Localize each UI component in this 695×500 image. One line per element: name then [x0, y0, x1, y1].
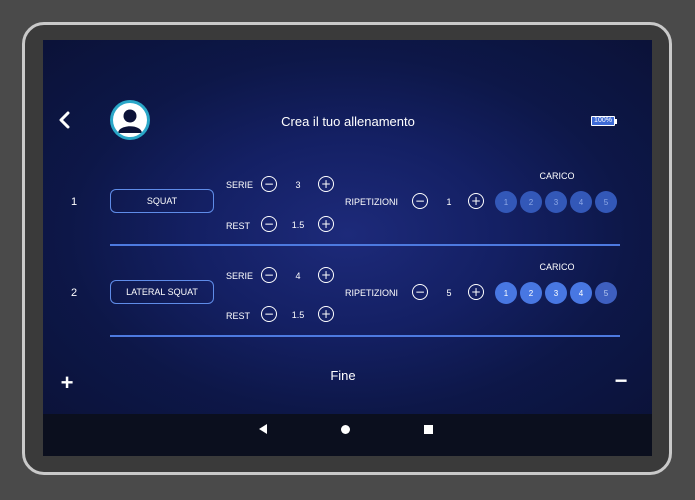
carico-level-2[interactable]: 2: [520, 282, 542, 304]
exercise-button-lateral-squat[interactable]: LATERAL SQUAT: [110, 280, 214, 304]
carico-level-2[interactable]: 2: [520, 191, 542, 213]
ripetizioni-increment-button[interactable]: +: [468, 284, 484, 300]
carico-level-4[interactable]: 4: [570, 191, 592, 213]
serie-value: 3: [295, 180, 301, 190]
add-exercise-button[interactable]: +: [57, 370, 77, 396]
carico-level-1[interactable]: 1: [495, 191, 517, 213]
carico-label: CARICO: [539, 262, 575, 272]
battery-icon: 100%: [591, 116, 615, 126]
ripetizioni-increment-button[interactable]: +: [468, 193, 484, 209]
carico-level-3[interactable]: 3: [545, 191, 567, 213]
rest-decrement-button[interactable]: −: [261, 306, 277, 322]
row-number: 2: [70, 287, 78, 299]
battery-tip: [615, 119, 617, 124]
row-divider: [110, 244, 620, 246]
carico-level-4[interactable]: 4: [570, 282, 592, 304]
exercise-button-squat[interactable]: SQUAT: [110, 189, 214, 213]
ripetizioni-value: 1: [446, 197, 452, 207]
ripetizioni-decrement-button[interactable]: −: [412, 284, 428, 300]
row-number: 1: [70, 196, 78, 208]
serie-decrement-button[interactable]: −: [261, 267, 277, 283]
serie-increment-button[interactable]: +: [318, 267, 334, 283]
carico-label: CARICO: [539, 171, 575, 181]
rest-increment-button[interactable]: +: [318, 306, 334, 322]
carico-level-5[interactable]: 5: [595, 191, 617, 213]
device-screen: Crea il tuo allenamento 100% 1 SQUAT SER…: [43, 40, 652, 456]
rest-value: 1.5: [291, 220, 305, 230]
rest-increment-button[interactable]: +: [318, 216, 334, 232]
circle-home-icon[interactable]: [341, 425, 350, 434]
done-button[interactable]: Fine: [313, 368, 373, 383]
chevron-left-icon[interactable]: [57, 111, 73, 129]
system-nav-bar: [43, 414, 652, 456]
user-silhouette-icon: [118, 109, 142, 133]
rest-label: REST: [226, 311, 251, 321]
ripetizioni-label: RIPETIZIONI: [345, 197, 399, 207]
carico-level-1[interactable]: 1: [495, 282, 517, 304]
ripetizioni-label: RIPETIZIONI: [345, 288, 399, 298]
row-divider: [110, 335, 620, 337]
serie-label: SERIE: [226, 271, 254, 281]
ripetizioni-decrement-button[interactable]: −: [412, 193, 428, 209]
serie-label: SERIE: [226, 180, 254, 190]
carico-level-5[interactable]: 5: [595, 282, 617, 304]
rest-value: 1.5: [291, 310, 305, 320]
serie-value: 4: [295, 271, 301, 281]
carico-level-3[interactable]: 3: [545, 282, 567, 304]
page-title: Crea il tuo allenamento: [281, 114, 415, 129]
rest-label: REST: [226, 221, 251, 231]
serie-increment-button[interactable]: +: [318, 176, 334, 192]
user-avatar-icon[interactable]: [110, 100, 150, 140]
square-recent-icon[interactable]: [424, 425, 433, 434]
rest-decrement-button[interactable]: −: [261, 216, 277, 232]
remove-exercise-button[interactable]: −: [611, 368, 631, 394]
triangle-back-icon[interactable]: [258, 423, 268, 435]
workout-builder-app: Crea il tuo allenamento 100% 1 SQUAT SER…: [43, 40, 652, 414]
ripetizioni-value: 5: [446, 288, 452, 298]
serie-decrement-button[interactable]: −: [261, 176, 277, 192]
